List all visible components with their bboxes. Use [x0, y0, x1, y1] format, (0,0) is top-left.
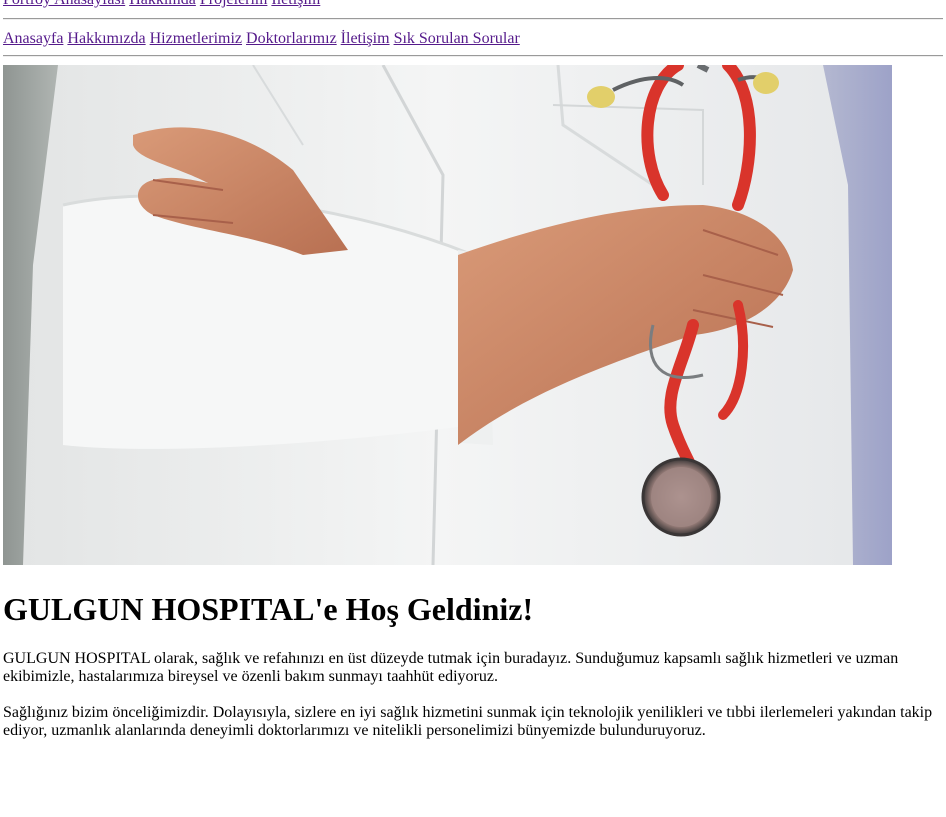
intro-paragraph: GULGUN HOSPITAL olarak, sağlık ve refahı… — [3, 650, 899, 685]
nav-link-about-us[interactable]: Hakkımızda — [67, 30, 145, 47]
nav-link-about-me[interactable]: Hakkımda — [129, 0, 196, 8]
divider-main — [3, 55, 943, 57]
welcome-heading: GULGUN HOSPITAL'e Hoş Geldiniz! — [3, 591, 534, 627]
nav-link-projects[interactable]: Projelerim — [200, 0, 268, 8]
nav-link-home[interactable]: Anasayfa — [3, 30, 63, 47]
hospital-nav: Anasayfa Hakkımızda Hizmetlerimiz Doktor… — [3, 29, 520, 49]
doctor-with-stethoscope-icon — [23, 65, 853, 565]
nav-link-faq[interactable]: Sık Sorulan Sorular — [394, 30, 520, 47]
nav-link-contact-portfolio[interactable]: İletişim — [271, 0, 320, 8]
nav-link-services[interactable]: Hizmetlerimiz — [150, 30, 242, 47]
portfolio-nav: Portföy Anasayfası Hakkımda Projelerim İ… — [3, 0, 320, 10]
priority-paragraph: Sağlığınız bizim önceliğimizdir. Dolayıs… — [3, 704, 933, 739]
nav-link-portfolio-home[interactable]: Portföy Anasayfası — [3, 0, 125, 8]
nav-link-doctors[interactable]: Doktorlarımız — [246, 30, 337, 47]
hero-doctor-image — [3, 65, 892, 565]
divider-top — [3, 18, 943, 20]
page: Portföy Anasayfası Hakkımda Projelerim İ… — [0, 0, 946, 817]
nav-link-contact[interactable]: İletişim — [341, 30, 390, 47]
